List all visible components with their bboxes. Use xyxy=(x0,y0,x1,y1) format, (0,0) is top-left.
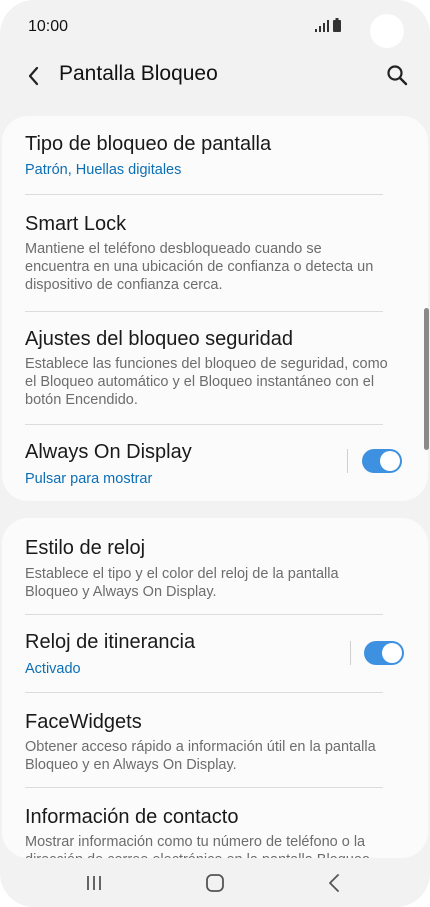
setting-subtitle: Mantiene el teléfono desbloqueado cuando… xyxy=(25,241,374,293)
setting-subtitle: Mostrar información como tu número de te… xyxy=(25,834,374,858)
setting-subtitle: Activado xyxy=(25,661,81,677)
setting-subtitle: Establece el tipo y el color del reloj d… xyxy=(25,566,339,600)
always-on-display-toggle[interactable] xyxy=(362,449,402,473)
setting-subtitle: Patrón, Huellas digitales xyxy=(25,162,182,178)
search-icon[interactable] xyxy=(386,64,408,86)
battery-icon xyxy=(333,18,341,32)
toggle-separator xyxy=(350,641,351,665)
setting-lock-type[interactable]: Tipo de bloqueo de pantalla Patrón, Huel… xyxy=(2,116,428,194)
setting-title: Reloj de itinerancia xyxy=(25,631,196,653)
setting-subtitle: Pulsar para mostrar xyxy=(25,471,153,487)
navigation-bar xyxy=(0,858,430,907)
back-icon[interactable] xyxy=(326,872,342,894)
app-header: Pantalla Bloqueo xyxy=(0,56,430,96)
setting-contact-info[interactable]: Información de contacto Mostrar informac… xyxy=(2,788,428,858)
setting-title: Always On Display xyxy=(25,441,192,463)
settings-card-lock: Tipo de bloqueo de pantalla Patrón, Huel… xyxy=(2,116,428,501)
setting-title: Información de contacto xyxy=(25,806,239,828)
status-bar: 10:00 xyxy=(0,0,430,56)
setting-facewidgets[interactable]: FaceWidgets Obtener acceso rápido a info… xyxy=(2,693,428,787)
settings-card-clock: Estilo de reloj Establece el tipo y el c… xyxy=(2,518,428,858)
roaming-clock-toggle[interactable] xyxy=(364,641,404,665)
setting-always-on-display[interactable]: Always On Display Pulsar para mostrar xyxy=(2,425,428,501)
chevron-left-icon[interactable] xyxy=(22,62,44,90)
setting-smart-lock[interactable]: Smart Lock Mantiene el teléfono desbloqu… xyxy=(2,195,428,311)
camera-cutout xyxy=(370,14,404,48)
scrollbar[interactable] xyxy=(424,308,429,450)
setting-roaming-clock[interactable]: Reloj de itinerancia Activado xyxy=(2,615,428,692)
toggle-separator xyxy=(347,449,348,473)
setting-title: Estilo de reloj xyxy=(25,537,146,559)
home-icon[interactable] xyxy=(205,873,225,893)
setting-title: FaceWidgets xyxy=(25,711,142,733)
phone-screen: 10:00 Pantalla Bloqueo Tipo de bloqueo d… xyxy=(0,0,430,907)
page-title: Pantalla Bloqueo xyxy=(59,62,218,85)
setting-security-lock[interactable]: Ajustes del bloqueo seguridad Establece … xyxy=(2,312,428,424)
signal-icon xyxy=(315,20,329,32)
status-time: 10:00 xyxy=(28,18,69,35)
toggle-knob xyxy=(380,451,400,471)
recent-apps-icon[interactable] xyxy=(85,874,103,892)
toggle-knob xyxy=(382,643,402,663)
setting-clock-style[interactable]: Estilo de reloj Establece el tipo y el c… xyxy=(2,518,428,614)
setting-title: Smart Lock xyxy=(25,213,127,235)
setting-subtitle: Obtener acceso rápido a información útil… xyxy=(25,739,376,773)
setting-title: Tipo de bloqueo de pantalla xyxy=(25,133,272,155)
setting-title: Ajustes del bloqueo seguridad xyxy=(25,328,293,350)
setting-subtitle: Establece las funciones del bloqueo de s… xyxy=(25,356,388,408)
